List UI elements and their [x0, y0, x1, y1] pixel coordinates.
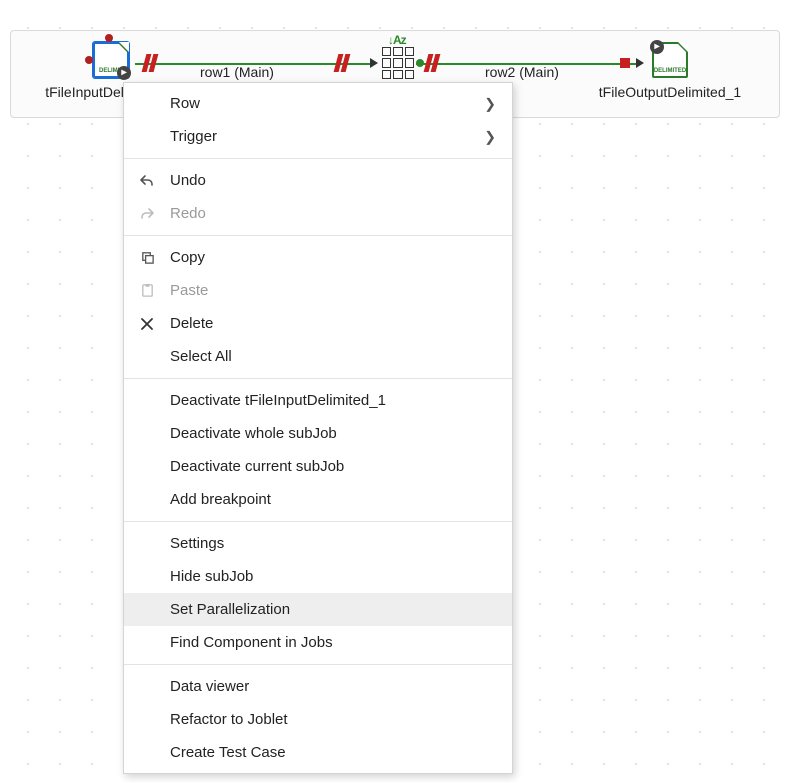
parallel-icon: [424, 54, 447, 72]
menu-add-breakpoint[interactable]: Add breakpoint: [124, 483, 512, 516]
chevron-right-icon: ❯: [484, 95, 496, 112]
link-label-row1: row1 (Main): [200, 64, 274, 80]
menu-separator: [124, 664, 512, 665]
delete-icon: [138, 315, 156, 333]
menu-paste: Paste: [124, 274, 512, 307]
menu-separator: [124, 521, 512, 522]
component-label: tFileOutputDelimited_1: [599, 84, 741, 100]
menu-copy[interactable]: Copy: [124, 241, 512, 274]
menu-separator: [124, 235, 512, 236]
sort-icon: ↓A z: [382, 47, 414, 79]
menu-hide-subjob[interactable]: Hide subJob: [124, 560, 512, 593]
parallel-icon: [334, 54, 357, 72]
context-menu: Row ❯ Trigger ❯ Undo Redo Copy Paste: [123, 82, 513, 774]
parallel-icon: [142, 54, 165, 72]
menu-deactivate-component[interactable]: Deactivate tFileInputDelimited_1: [124, 384, 512, 417]
menu-create-test-case[interactable]: Create Test Case: [124, 736, 512, 769]
menu-separator: [124, 378, 512, 379]
menu-settings[interactable]: Settings: [124, 527, 512, 560]
menu-data-viewer[interactable]: Data viewer: [124, 670, 512, 703]
arrow-icon: [636, 58, 644, 68]
component-tsortrow[interactable]: ↓A z: [382, 47, 414, 79]
link-label-row2: row2 (Main): [485, 64, 559, 80]
undo-icon: [138, 172, 156, 190]
file-output-icon: DELIMITED ▸: [652, 42, 688, 78]
menu-set-parallelization[interactable]: Set Parallelization: [124, 593, 512, 626]
menu-refactor-to-joblet[interactable]: Refactor to Joblet: [124, 703, 512, 736]
arrow-icon: [370, 58, 378, 68]
menu-separator: [124, 158, 512, 159]
paste-icon: [138, 282, 156, 300]
file-input-icon: DELIMIT ▸: [93, 42, 129, 78]
menu-delete[interactable]: Delete: [124, 307, 512, 340]
selection-handle[interactable]: [105, 34, 113, 42]
component-badge-icon: ▸: [117, 66, 131, 80]
component-tfileinputdelimited[interactable]: DELIMIT ▸ tFileInputDelimited_1: [91, 42, 131, 78]
menu-select-all[interactable]: Select All: [124, 340, 512, 373]
collector-icon: [620, 58, 630, 68]
menu-undo[interactable]: Undo: [124, 164, 512, 197]
chevron-right-icon: ❯: [484, 128, 496, 145]
menu-deactivate-current-subjob[interactable]: Deactivate current subJob: [124, 450, 512, 483]
selection-handle[interactable]: [85, 56, 93, 64]
menu-find-component[interactable]: Find Component in Jobs: [124, 626, 512, 659]
menu-row[interactable]: Row ❯: [124, 87, 512, 120]
menu-deactivate-whole-subjob[interactable]: Deactivate whole subJob: [124, 417, 512, 450]
menu-redo: Redo: [124, 197, 512, 230]
menu-trigger[interactable]: Trigger ❯: [124, 120, 512, 153]
component-tfileoutputdelimited[interactable]: DELIMITED ▸ tFileOutputDelimited_1: [650, 42, 690, 78]
copy-icon: [138, 249, 156, 267]
redo-icon: [138, 205, 156, 223]
component-badge-icon: ▸: [650, 40, 664, 54]
